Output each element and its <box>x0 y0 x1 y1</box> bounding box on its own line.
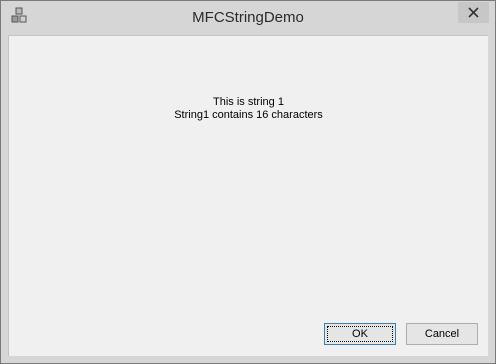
focus-rectangle <box>327 326 393 342</box>
cancel-button[interactable]: Cancel <box>406 323 478 345</box>
window-title: MFCStringDemo <box>192 9 304 26</box>
close-button[interactable] <box>458 2 489 23</box>
message-line-1: This is string 1 <box>213 96 284 108</box>
cancel-button-label: Cancel <box>424 328 460 340</box>
dialog-window: MFCStringDemo This is string 1 String1 c… <box>0 0 496 364</box>
message-line-2: String1 contains 16 characters <box>174 109 323 121</box>
ok-button[interactable]: OK <box>324 323 396 345</box>
close-icon <box>468 7 479 18</box>
dialog-client-area: This is string 1 String1 contains 16 cha… <box>8 35 488 356</box>
title-bar[interactable]: MFCStringDemo <box>1 1 495 35</box>
